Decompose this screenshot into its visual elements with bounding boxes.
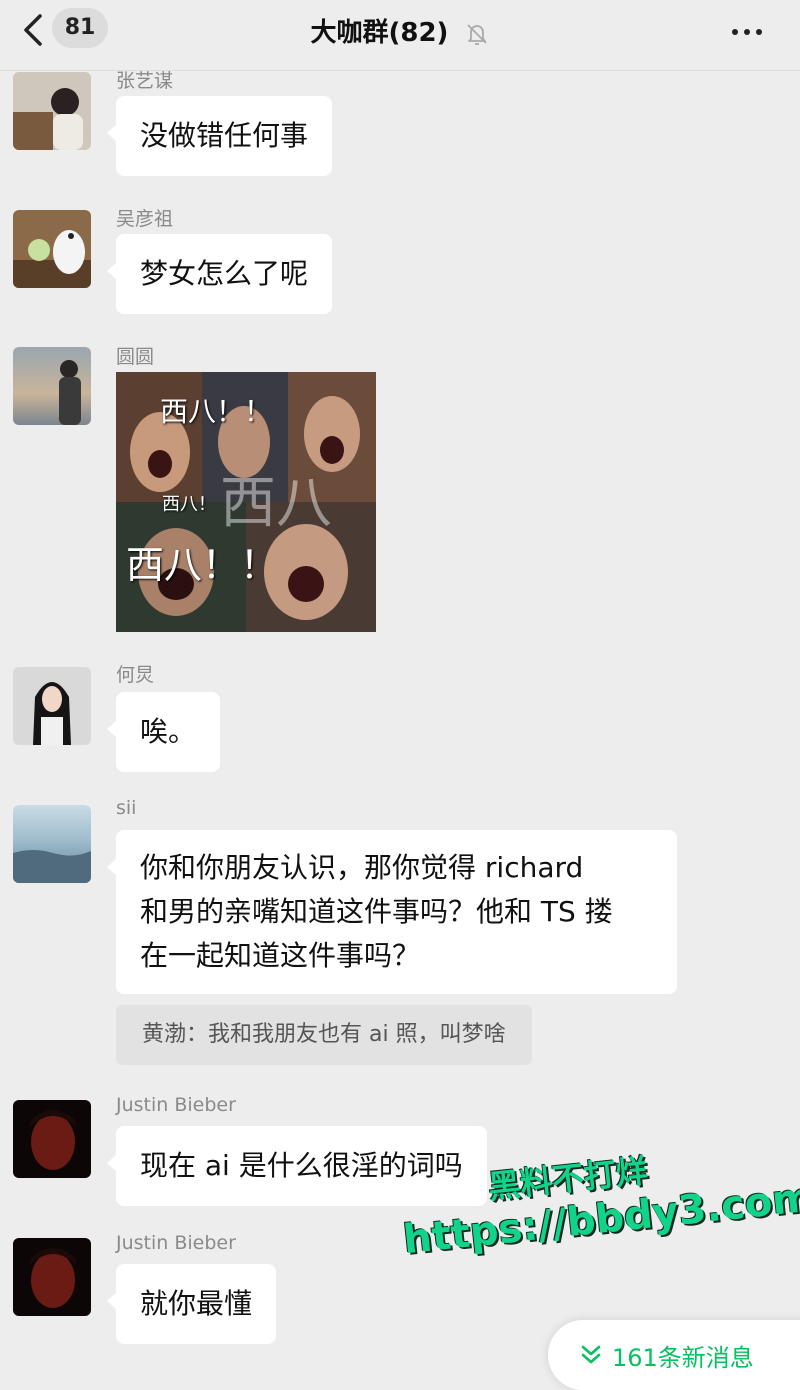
message-bubble[interactable]: 你和你朋友认识，那你觉得 richard 和男的亲嘴知道这件事吗？他和 TS 搂… [107, 830, 677, 994]
chat-title: 大咖群(82) [310, 18, 449, 48]
more-dots-icon [732, 20, 768, 39]
new-messages-button[interactable]: 161条新消息 [548, 1320, 800, 1390]
double-chevron-down-icon [581, 1345, 601, 1364]
avatar[interactable] [13, 1238, 91, 1316]
message-line: 你和你朋友认识，那你觉得 richard [140, 851, 584, 884]
more-options-button[interactable] [732, 20, 772, 40]
bell-muted-icon [466, 23, 487, 45]
message-line: 在一起知道这件事吗？ [140, 939, 421, 972]
message-bubble[interactable]: 就你最懂 [106, 1264, 277, 1344]
avatar[interactable] [13, 667, 91, 745]
message-line: 和男的亲嘴知道这件事吗？他和 TS 搂 [140, 895, 613, 928]
avatar[interactable] [13, 805, 91, 883]
sender-name: sii [116, 797, 137, 819]
sender-name: Justin Bieber [116, 1232, 236, 1254]
sender-name: Justin Bieber [116, 1094, 236, 1116]
avatar[interactable] [13, 1100, 91, 1178]
meme-image[interactable]: 西八！！ 西八！ 西八 西八！！ [116, 372, 376, 632]
chat-header: 81 大咖群(82) [0, 0, 800, 71]
sender-name: 何炅 [116, 664, 155, 686]
sender-name: 圆圆 [116, 346, 155, 368]
meme-caption: 西八！ [162, 494, 216, 515]
avatar[interactable] [13, 347, 91, 425]
meme-caption: 西八 [220, 471, 332, 536]
avatar[interactable] [13, 210, 91, 288]
new-messages-label: 161条新消息 [612, 1344, 754, 1372]
chat-title-wrap[interactable]: 大咖群(82) [0, 12, 800, 49]
avatar[interactable] [13, 72, 91, 150]
quoted-reply[interactable]: 黄渤：我和我朋友也有 ai 照，叫梦啥 [116, 1005, 532, 1065]
meme-caption: 西八！！ [126, 543, 279, 587]
meme-caption: 西八！！ [160, 395, 273, 428]
message-bubble[interactable]: 梦女怎么了呢 [106, 234, 333, 314]
message-bubble[interactable]: 没做错任何事 [106, 96, 333, 176]
sender-name: 吴彦祖 [116, 208, 174, 230]
message-bubble[interactable]: 唉。 [106, 692, 221, 772]
